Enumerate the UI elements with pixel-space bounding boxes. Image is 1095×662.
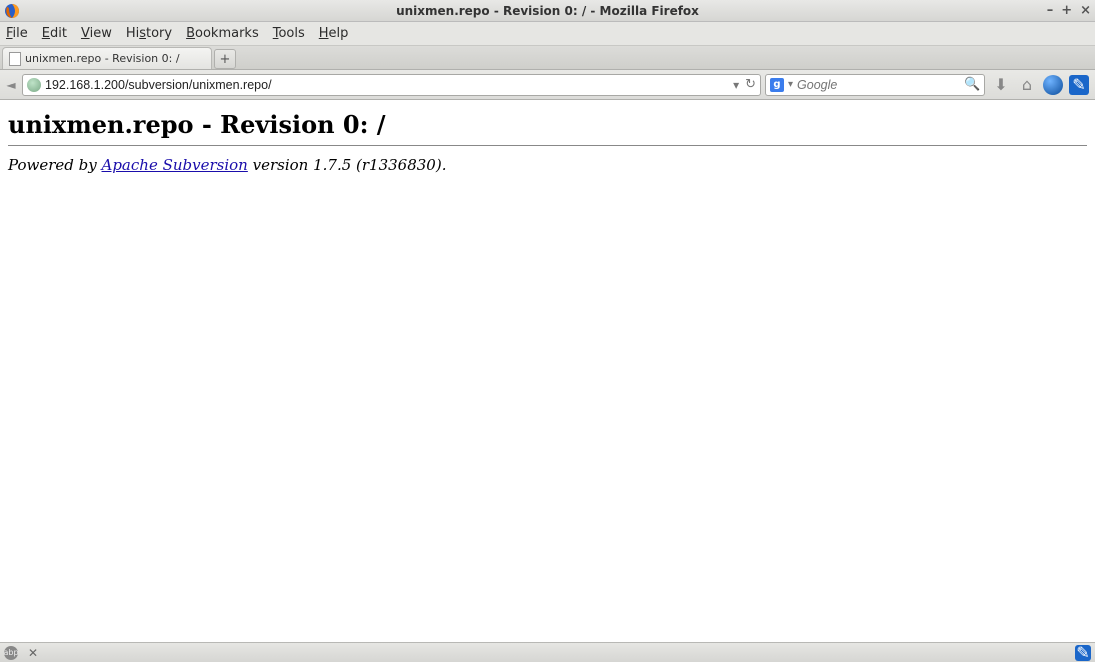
menu-view[interactable]: View — [81, 26, 112, 41]
menu-bookmarks[interactable]: Bookmarks — [186, 26, 259, 41]
toolbar-edit-icon[interactable]: ✎ — [1069, 75, 1089, 95]
url-bar[interactable]: ▾ ↻ — [22, 74, 761, 96]
menu-help[interactable]: Help — [319, 26, 349, 41]
menu-history[interactable]: History — [126, 26, 172, 41]
reload-button[interactable]: ↻ — [745, 77, 756, 92]
back-button[interactable]: ◄ — [4, 75, 18, 95]
taskbar-close-icon[interactable]: ✕ — [26, 646, 40, 660]
search-engine-icon[interactable]: g — [770, 78, 784, 92]
window-title: unixmen.repo - Revision 0: / - Mozilla F… — [396, 4, 699, 18]
new-tab-button[interactable]: + — [214, 49, 236, 69]
search-bar[interactable]: g ▾ 🔍 — [765, 74, 985, 96]
taskbar-left: abp ✕ — [4, 646, 40, 660]
page-icon — [9, 52, 21, 66]
search-input[interactable] — [797, 78, 960, 92]
version-suffix: version 1.7.5 (r1336830). — [248, 156, 447, 174]
page-viewport[interactable]: unixmen.repo - Revision 0: / Powered by … — [0, 100, 1095, 642]
taskbar-edit-icon[interactable]: ✎ — [1075, 645, 1091, 661]
url-input[interactable] — [45, 78, 729, 92]
apache-subversion-link[interactable]: Apache Subversion — [102, 156, 248, 174]
tab-active[interactable]: unixmen.repo - Revision 0: / — [2, 47, 212, 69]
toolbar-blue-circle-icon[interactable] — [1043, 75, 1063, 95]
firefox-icon — [4, 3, 20, 19]
menu-tools[interactable]: Tools — [273, 26, 305, 41]
navigation-toolbar: ◄ ▾ ↻ g ▾ 🔍 ⬇ ⌂ ✎ — [0, 70, 1095, 100]
downloads-icon[interactable]: ⬇ — [991, 75, 1011, 95]
tab-label: unixmen.repo - Revision 0: / — [25, 52, 180, 65]
page-content: unixmen.repo - Revision 0: / Powered by … — [0, 100, 1095, 180]
nav-right-icons: ⬇ ⌂ ✎ — [989, 75, 1091, 95]
window-close-button[interactable]: × — [1080, 3, 1091, 18]
divider — [8, 145, 1087, 146]
page-heading: unixmen.repo - Revision 0: / — [8, 110, 1087, 139]
tabbar: unixmen.repo - Revision 0: / + — [0, 46, 1095, 70]
menu-file[interactable]: File — [6, 26, 28, 41]
home-icon[interactable]: ⌂ — [1017, 75, 1037, 95]
search-go-icon[interactable]: 🔍 — [964, 77, 980, 92]
window-minimize-button[interactable]: – — [1047, 3, 1054, 18]
search-engine-dropdown-icon[interactable]: ▾ — [788, 79, 793, 90]
powered-by-line: Powered by Apache Subversion version 1.7… — [8, 156, 1087, 174]
window-controls: – + × — [1047, 3, 1091, 18]
powered-prefix: Powered by — [8, 156, 102, 174]
window-titlebar: unixmen.repo - Revision 0: / - Mozilla F… — [0, 0, 1095, 22]
url-dropdown-icon[interactable]: ▾ — [733, 78, 739, 92]
bottom-taskbar: abp ✕ ✎ — [0, 642, 1095, 662]
menubar: File Edit View History Bookmarks Tools H… — [0, 22, 1095, 46]
window-maximize-button[interactable]: + — [1061, 3, 1072, 18]
taskbar-indicator-icon[interactable]: abp — [4, 646, 18, 660]
globe-icon — [27, 78, 41, 92]
menu-edit[interactable]: Edit — [42, 26, 67, 41]
url-right-controls: ▾ ↻ — [733, 77, 756, 92]
